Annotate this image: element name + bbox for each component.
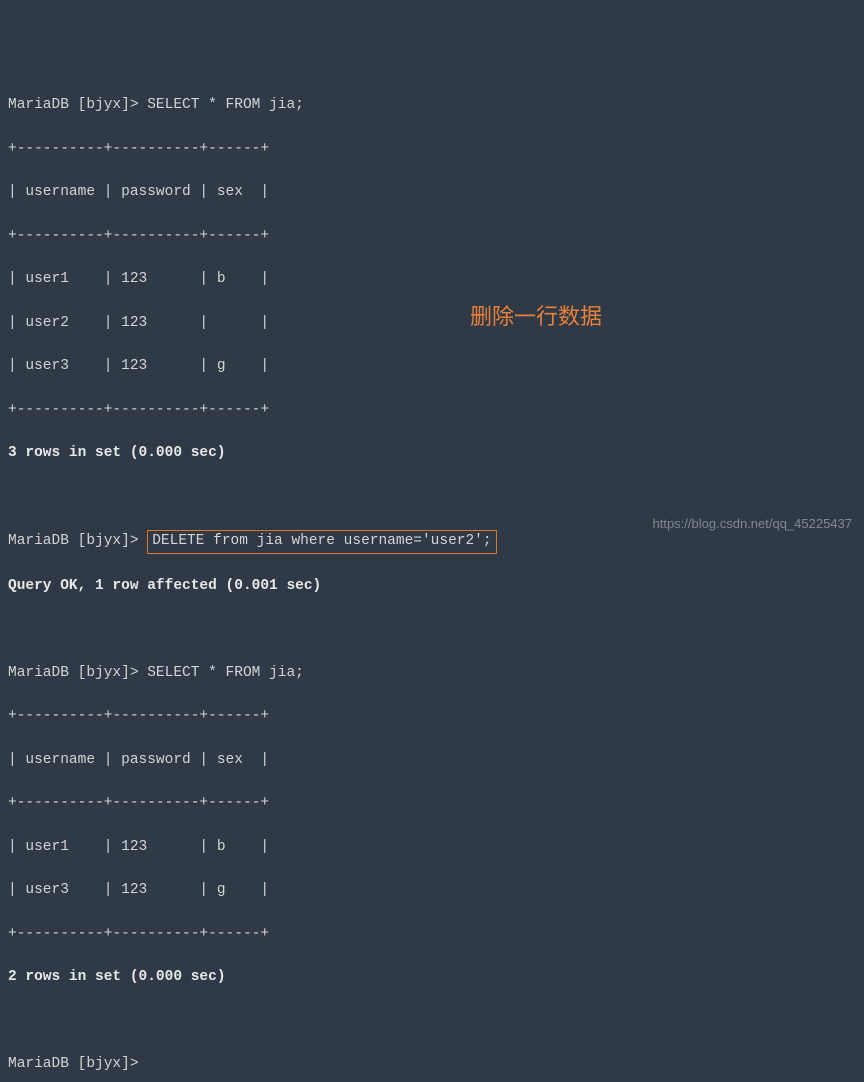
table-row: | user1 | 123 | b | xyxy=(8,269,856,291)
query-line-1: MariaDB [bjyx]> SELECT * FROM jia; xyxy=(8,95,856,117)
blank-line xyxy=(8,1011,856,1033)
table-border: +----------+----------+------+ xyxy=(8,793,856,815)
watermark: https://blog.csdn.net/qq_45225437 xyxy=(653,514,853,534)
prompt: MariaDB [bjyx]> xyxy=(8,1056,147,1072)
table-row: | user3 | 123 | g | xyxy=(8,880,856,902)
table-row: | user3 | 123 | g | xyxy=(8,356,856,378)
table-border: +----------+----------+------+ xyxy=(8,400,856,422)
annotation-label: 删除一行数据 xyxy=(470,300,602,333)
table-border: +----------+----------+------+ xyxy=(8,706,856,728)
table-border: +----------+----------+------+ xyxy=(8,139,856,161)
delete-query-highlight: DELETE from jia where username='user2'; xyxy=(147,530,496,554)
blank-line xyxy=(8,487,856,509)
table-border: +----------+----------+------+ xyxy=(8,226,856,248)
result-text: 3 rows in set (0.000 sec) xyxy=(8,443,856,465)
sql-query: SELECT * FROM jia; xyxy=(147,97,304,113)
table-border: +----------+----------+------+ xyxy=(8,924,856,946)
table-row: | user1 | 123 | b | xyxy=(8,837,856,859)
result-text: Query OK, 1 row affected (0.001 sec) xyxy=(8,576,856,598)
sql-query: SELECT * FROM jia; xyxy=(147,665,304,681)
blank-line xyxy=(8,619,856,641)
result-text: 2 rows in set (0.000 sec) xyxy=(8,967,856,989)
query-line-2: MariaDB [bjyx]> DELETE from jia where us… xyxy=(8,530,856,554)
prompt: MariaDB [bjyx]> xyxy=(8,665,147,681)
table-row: | user2 | 123 | | xyxy=(8,313,856,335)
prompt: MariaDB [bjyx]> xyxy=(8,533,147,549)
table-header: | username | password | sex | xyxy=(8,182,856,204)
table-header: | username | password | sex | xyxy=(8,750,856,772)
prompt: MariaDB [bjyx]> xyxy=(8,97,147,113)
query-line-3: MariaDB [bjyx]> SELECT * FROM jia; xyxy=(8,663,856,685)
empty-prompt[interactable]: MariaDB [bjyx]> xyxy=(8,1054,856,1076)
